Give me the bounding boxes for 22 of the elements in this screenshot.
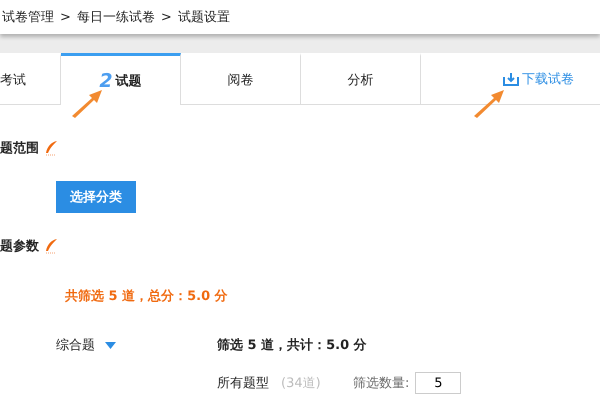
quantity-field[interactable]: 5	[415, 372, 462, 394]
question-type-label: 综合题	[56, 337, 95, 354]
count-text: (34道)	[281, 375, 322, 392]
pointer-arrow	[70, 88, 104, 118]
breadcrumb-link[interactable]: 试卷管理	[2, 8, 54, 26]
quantity-label: 筛选数量:	[353, 375, 410, 392]
section-title: 题参数	[0, 238, 39, 255]
subtotal-text: 筛选 5 道，共计：5.0 分	[217, 337, 367, 354]
section-title: 题范围	[0, 140, 39, 157]
tab[interactable]: 考试	[0, 53, 61, 104]
breadcrumb-link[interactable]: 每日一练试卷	[76, 8, 155, 26]
download-icon	[503, 72, 519, 86]
pointer-arrow	[472, 88, 506, 118]
feather-icon	[45, 140, 58, 156]
breadcrumb-separator: >	[60, 10, 71, 24]
type-label: 所有题型	[217, 375, 269, 392]
summary-text: 共筛选 5 道，总分：5.0 分	[65, 288, 229, 305]
tab[interactable]: 2 试题	[61, 53, 181, 105]
breadcrumb-separator: >	[160, 10, 172, 24]
breadcrumb-link[interactable]: 试题设置	[178, 8, 230, 26]
feather-icon	[45, 238, 58, 254]
dropdown-caret-icon[interactable]	[105, 342, 116, 348]
